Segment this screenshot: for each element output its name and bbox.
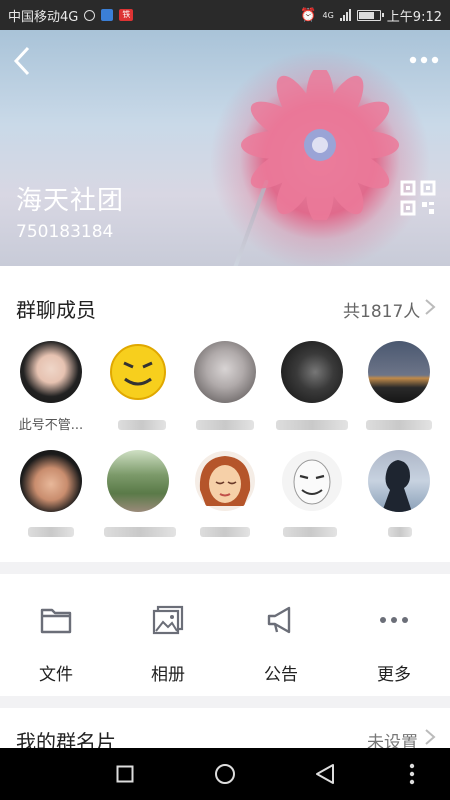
signal-icon [339,9,351,21]
member-avatar[interactable] [194,341,256,403]
cartoon-girl-icon [195,451,255,511]
smiley-icon [110,344,166,400]
action-label: 文件 [39,665,73,685]
album-icon [152,605,184,635]
more-options-icon[interactable] [408,52,440,68]
notification-badge: 铁 [119,9,134,21]
action-label: 更多 [377,665,411,685]
alarm-icon: ⏰ [300,7,317,23]
member-name-blurred [118,420,166,430]
members-count[interactable]: 共1817人 [343,297,420,322]
silhouette-icon [382,460,412,512]
back-arrow-icon[interactable] [10,44,34,78]
member-avatar[interactable] [107,450,169,512]
action-files[interactable]: 文件 [6,574,106,696]
group-name: 海天社团 [16,186,125,216]
carrier-label: 中国移动4G [8,9,79,25]
action-label: 相册 [151,665,185,685]
more-dots-icon [380,617,408,623]
chevron-right-icon[interactable] [424,728,436,746]
app-notification-icon [101,9,114,21]
back-nav-icon[interactable] [315,763,335,785]
recent-apps-icon[interactable] [116,765,134,783]
battery-icon [356,9,384,21]
home-icon[interactable] [214,763,236,785]
member-name: 此号不管... [18,418,84,433]
menu-dots-icon[interactable] [408,762,416,786]
member-avatar[interactable] [368,341,430,403]
action-label: 公告 [264,665,298,685]
member-name-blurred [200,527,250,537]
sync-icon [84,9,96,21]
member-name-blurred [283,527,337,537]
member-avatar[interactable] [20,341,82,403]
member-avatar[interactable] [20,450,82,512]
folder-icon [40,608,72,634]
action-album[interactable]: 相册 [118,574,218,696]
member-name-blurred [276,420,348,430]
meme-face-icon [282,451,342,511]
flower-illustration [241,70,399,220]
member-avatar[interactable] [368,450,430,512]
members-title: 群聊成员 [16,298,96,322]
action-more[interactable]: 更多 [344,574,444,696]
member-avatar[interactable] [281,341,343,403]
member-name-blurred [388,527,412,537]
clock: 上午9:12 [386,9,442,25]
member-avatar[interactable] [281,450,343,512]
network-label: 4G [322,10,334,20]
qr-code-icon[interactable] [400,180,436,216]
member-name-blurred [196,420,254,430]
member-name-blurred [104,527,176,537]
group-id: 750183184 [16,222,114,242]
system-navigation-bar [0,748,450,800]
action-announcement[interactable]: 公告 [231,574,331,696]
status-bar: 中国移动4G 铁 ⏰ 4G 上午9:12 [0,0,450,30]
member-avatar[interactable] [194,450,256,512]
member-avatar[interactable] [107,341,169,403]
chevron-right-icon[interactable] [424,298,436,316]
member-name-blurred [366,420,432,430]
megaphone-icon [267,606,291,634]
member-name-blurred [28,527,74,537]
